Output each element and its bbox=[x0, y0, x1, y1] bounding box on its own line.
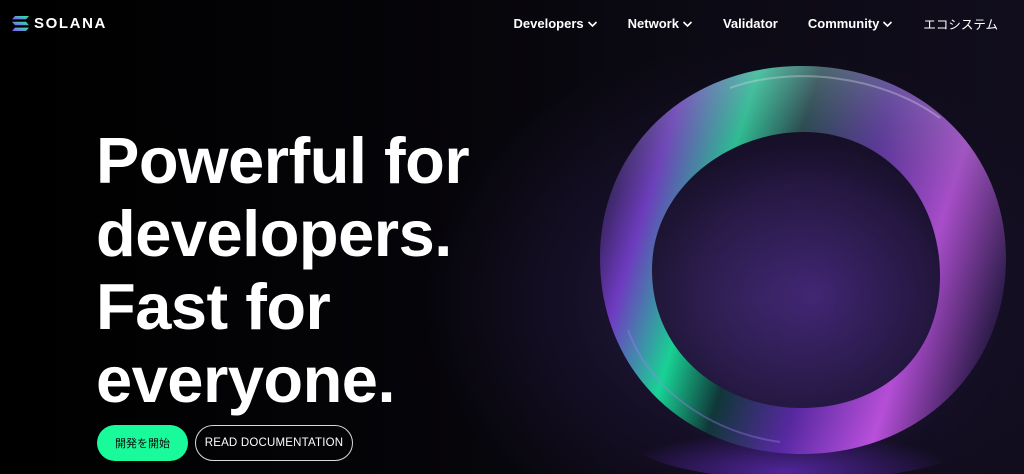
solana-logo[interactable]: SOLANA bbox=[12, 14, 107, 32]
nav-item-label: Validator bbox=[722, 15, 778, 31]
start-building-button[interactable]: 開発を開始 bbox=[97, 425, 188, 461]
nav-item-label: Community bbox=[807, 15, 880, 31]
hero-headline-line: Powerful for bbox=[96, 124, 470, 197]
hero-headline-line: everyone. bbox=[96, 343, 396, 416]
nav-item-label: Network bbox=[627, 15, 679, 31]
nav-item-label: Developers bbox=[513, 15, 584, 31]
read-documentation-button[interactable]: READ DOCUMENTATION bbox=[195, 425, 353, 461]
solana-logo-icon bbox=[12, 15, 29, 31]
nav-item-developers[interactable]: Developers bbox=[514, 16, 598, 31]
hero-headline-line: developers. bbox=[96, 197, 452, 270]
nav-item-community[interactable]: Community bbox=[808, 16, 894, 31]
nav-item-network[interactable]: Network bbox=[628, 16, 693, 31]
hero-headline-line: Fast for bbox=[96, 270, 331, 343]
hero-ring-graphic bbox=[600, 66, 1006, 474]
nav-item-ecosystem[interactable]: エコシステム bbox=[923, 14, 998, 33]
chevron-down-icon bbox=[682, 20, 693, 27]
chevron-down-icon bbox=[883, 20, 893, 27]
nav-item-validator[interactable]: Validator bbox=[723, 16, 778, 31]
brand-name: SOLANA bbox=[34, 14, 107, 32]
chevron-down-icon bbox=[587, 20, 597, 27]
page: SOLANA Developers Network Validator Comm… bbox=[0, 0, 1024, 474]
nav-item-label: エコシステム bbox=[923, 16, 998, 32]
hero-headline: Powerful for developers. Fast for everyo… bbox=[96, 124, 470, 416]
main-nav: Developers Network Validator Community エ… bbox=[514, 14, 998, 32]
